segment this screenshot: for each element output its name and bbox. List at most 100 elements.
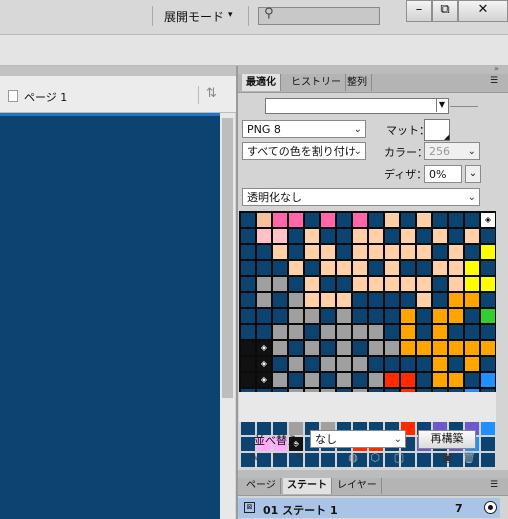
minimize-button[interactable]: – [406,0,432,22]
color-swatch[interactable] [305,325,319,339]
color-swatch[interactable] [321,357,335,371]
color-swatch[interactable] [321,277,335,291]
color-swatch[interactable] [257,277,271,291]
color-swatch[interactable] [289,357,303,371]
palette-dropdown[interactable]: すべての色を割り付け ⌄ [242,142,366,160]
color-swatch[interactable] [417,293,431,307]
color-swatch[interactable] [337,245,351,259]
color-swatch[interactable] [305,277,319,291]
color-swatch[interactable] [289,373,303,387]
color-swatch[interactable] [241,357,255,371]
color-swatch[interactable] [449,309,463,323]
color-swatch[interactable] [257,309,271,323]
color-swatch[interactable] [305,229,319,243]
color-swatch[interactable] [305,245,319,259]
color-swatch[interactable] [433,373,447,387]
color-swatch[interactable] [353,309,367,323]
color-swatch[interactable] [433,325,447,339]
color-swatch[interactable] [337,261,351,275]
color-swatch[interactable] [369,357,383,371]
color-swatch[interactable] [241,261,255,275]
color-swatch[interactable] [385,309,399,323]
color-swatch[interactable] [273,373,287,387]
color-swatch[interactable] [353,261,367,275]
search-input[interactable] [258,7,380,25]
color-swatch[interactable] [289,293,303,307]
color-swatch[interactable] [433,341,447,355]
panel-menu-icon[interactable]: ☰ [490,76,498,86]
color-swatch[interactable] [433,229,447,243]
color-swatch[interactable] [401,245,415,259]
color-swatch[interactable] [257,229,271,243]
transparent-icon[interactable]: ◍ [346,452,360,464]
color-swatch[interactable] [305,309,319,323]
color-swatch[interactable] [385,341,399,355]
edit-color-icon[interactable]: ✎ [293,452,307,464]
color-swatch[interactable] [449,325,463,339]
color-swatch[interactable] [369,293,383,307]
color-swatch[interactable] [321,341,335,355]
sort-icon[interactable]: ⇅ [206,86,217,101]
color-swatch[interactable] [289,229,303,243]
color-swatch[interactable] [353,341,367,355]
color-swatch[interactable] [273,277,287,291]
color-swatch[interactable]: ◈ [257,373,271,387]
color-swatch[interactable] [305,341,319,355]
restore-button[interactable]: ⧉ [432,0,458,22]
color-swatch[interactable] [305,261,319,275]
tab-states[interactable]: ステート [283,478,332,494]
color-swatch[interactable] [241,277,255,291]
color-swatch[interactable] [417,277,431,291]
color-swatch[interactable] [241,373,255,387]
lock-icon[interactable]: ▢ [392,452,406,464]
add-color-icon[interactable]: ▣ [440,452,454,464]
color-swatch[interactable] [433,277,447,291]
color-swatch[interactable] [369,341,383,355]
color-swatch[interactable] [305,357,319,371]
tab-optimize[interactable]: 最適化 [242,74,281,91]
color-swatch[interactable] [241,309,255,323]
color-swatch[interactable] [337,309,351,323]
color-swatch[interactable] [305,293,319,307]
export-format-dropdown[interactable]: PNG 8 ⌄ [242,120,366,138]
color-swatch[interactable] [369,373,383,387]
color-swatch[interactable] [257,325,271,339]
color-swatch[interactable] [289,213,303,227]
color-swatch[interactable] [465,293,479,307]
color-swatch[interactable] [305,453,319,467]
color-swatch[interactable] [481,293,495,307]
color-swatch[interactable] [257,261,271,275]
edit-color-icon[interactable]: ✎ [247,452,261,464]
color-swatch[interactable] [433,213,447,227]
color-swatch[interactable] [321,309,335,323]
color-swatch[interactable] [257,213,271,227]
color-swatch[interactable] [273,261,287,275]
color-swatch[interactable] [241,213,255,227]
color-swatch[interactable] [417,453,431,467]
color-swatch[interactable] [241,341,255,355]
color-swatch[interactable] [385,277,399,291]
color-swatch[interactable] [433,309,447,323]
color-swatch[interactable] [449,341,463,355]
color-swatch[interactable] [369,277,383,291]
color-swatch[interactable] [449,357,463,371]
color-swatch[interactable] [401,373,415,387]
color-swatch[interactable] [321,213,335,227]
color-swatch[interactable] [417,309,431,323]
color-swatch[interactable] [481,357,495,371]
color-swatch[interactable] [273,309,287,323]
color-swatch[interactable] [465,341,479,355]
color-swatch[interactable] [337,229,351,243]
color-swatch[interactable] [465,213,479,227]
color-swatch[interactable] [465,373,479,387]
color-swatch[interactable] [241,229,255,243]
color-swatch[interactable] [337,325,351,339]
color-swatch[interactable] [449,293,463,307]
preset-dropdown[interactable] [265,98,449,114]
color-swatch[interactable] [481,421,495,435]
color-swatch[interactable] [273,293,287,307]
color-swatch[interactable] [353,229,367,243]
scrollbar-thumb[interactable] [222,118,233,398]
color-swatch[interactable]: ◈ [257,341,271,355]
color-swatch[interactable] [321,261,335,275]
